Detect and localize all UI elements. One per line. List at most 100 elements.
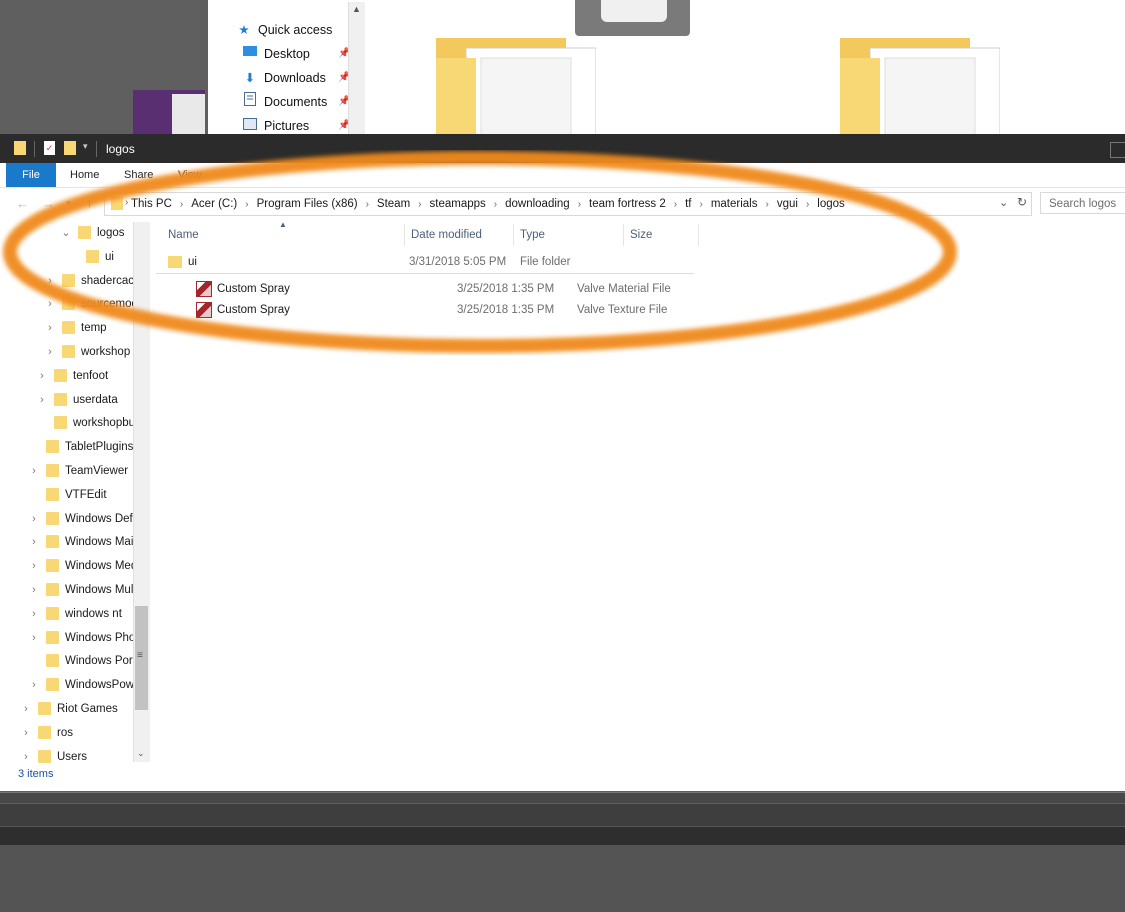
nav-item[interactable]: › WindowsPowerShell	[28, 674, 133, 696]
customize-quick-access-icon[interactable]: ▾	[83, 141, 88, 152]
chevron-down-icon[interactable]: ⌄	[60, 222, 72, 244]
breadcrumb-item[interactable]: Program Files (x86)	[257, 193, 358, 215]
chevron-right-icon[interactable]: ›	[20, 698, 32, 720]
forward-arrow-icon[interactable]: →	[42, 196, 55, 211]
nav-item[interactable]: › Windows Photo Viewer	[28, 627, 133, 649]
chevron-right-icon[interactable]: ›	[44, 317, 56, 339]
chevron-right-icon[interactable]: ›	[20, 746, 32, 768]
nav-item[interactable]: ui	[68, 246, 133, 268]
nav-item[interactable]: TabletPlugins	[28, 436, 133, 458]
breadcrumb-separator-icon[interactable]: ›	[699, 194, 702, 216]
breadcrumb-item[interactable]: tf	[685, 193, 691, 215]
quick-access-item[interactable]: ★ Quick access	[236, 19, 332, 41]
chevron-right-icon[interactable]: ›	[28, 555, 40, 577]
refresh-icon[interactable]: ↻	[1017, 195, 1027, 209]
folder-icon	[46, 487, 59, 501]
chevron-right-icon[interactable]: ›	[28, 603, 40, 625]
file-row-ui[interactable]: ui 3/31/2018 5:05 PM File folder	[168, 252, 708, 273]
breadcrumb-separator-icon[interactable]: ›	[418, 194, 421, 216]
nav-item[interactable]: › TeamViewer	[28, 460, 133, 482]
nav-item[interactable]: workshopbuilds	[36, 412, 133, 434]
nav-item[interactable]: VTFEdit	[28, 484, 133, 506]
nav-item[interactable]: › Windows Media Player	[28, 555, 133, 577]
chevron-right-icon[interactable]: ›	[44, 270, 56, 292]
nav-item[interactable]: › Riot Games	[20, 698, 133, 720]
new-folder-icon[interactable]	[64, 141, 76, 155]
breadcrumb-item[interactable]: downloading	[505, 193, 570, 215]
breadcrumb-item[interactable]: vgui	[777, 193, 798, 215]
quick-access-desktop[interactable]: Desktop 📌	[242, 43, 352, 65]
nav-item[interactable]: › Windows Mail	[28, 531, 133, 553]
large-folder-icon[interactable]	[436, 38, 596, 135]
chevron-down-icon[interactable]: ⌄	[999, 196, 1008, 209]
breadcrumb-item[interactable]: steamapps	[430, 193, 486, 215]
tab-home[interactable]: Home	[70, 163, 99, 187]
nav-item[interactable]: › Windows Defender	[28, 508, 133, 530]
tab-share[interactable]: Share	[124, 163, 153, 187]
column-header-type[interactable]: Type	[514, 224, 624, 246]
search-input[interactable]: Search logos	[1040, 192, 1125, 214]
nav-item-label: Windows Photo Viewer	[65, 631, 133, 644]
folder-icon	[62, 345, 75, 358]
column-header-size[interactable]: Size	[624, 224, 699, 246]
breadcrumb-separator-icon[interactable]: ›	[674, 194, 677, 216]
chevron-right-icon[interactable]: ›	[28, 508, 40, 530]
nav-item[interactable]: › sourcemods	[44, 293, 133, 315]
breadcrumb-separator-icon[interactable]: ›	[765, 194, 768, 216]
nav-item[interactable]: › shadercache	[44, 270, 133, 292]
nav-item[interactable]: › ros	[20, 722, 133, 744]
chevron-right-icon[interactable]: ›	[44, 293, 56, 315]
background-scrollbar[interactable]: ▲	[348, 2, 365, 135]
up-arrow-icon[interactable]: ↑	[86, 195, 93, 210]
breadcrumb-item[interactable]: materials	[711, 193, 758, 215]
chevron-right-icon[interactable]: ›	[28, 674, 40, 696]
breadcrumb-separator-icon[interactable]: ›	[366, 194, 369, 216]
breadcrumb-item[interactable]: logos	[817, 193, 845, 215]
chevron-right-icon[interactable]: ›	[36, 365, 48, 387]
nav-scroll-thumb[interactable]: ≡	[135, 606, 148, 710]
nav-item[interactable]: › Users	[20, 746, 133, 768]
nav-item[interactable]: › userdata	[36, 389, 133, 411]
large-folder-icon[interactable]	[840, 38, 1000, 135]
breadcrumb-item[interactable]: Steam	[377, 193, 410, 215]
nav-item-label: shadercache	[81, 274, 133, 287]
chevron-right-icon[interactable]: ›	[36, 389, 48, 411]
chevron-right-icon[interactable]: ›	[28, 460, 40, 482]
file-row-custom-spray-vmt[interactable]: Custom Spray 3/25/2018 1:35 PM Valve Mat…	[196, 279, 736, 300]
nav-item[interactable]: › temp	[44, 317, 133, 339]
nav-item[interactable]: › Windows Multimedia Platform	[28, 579, 133, 601]
nav-item[interactable]: › workshop	[44, 341, 133, 363]
breadcrumb-separator-icon[interactable]: ›	[578, 194, 581, 216]
quick-access-downloads[interactable]: ⬇ Downloads 📌	[242, 67, 352, 89]
breadcrumb-item[interactable]: team fortress 2	[589, 193, 666, 215]
quick-access-documents[interactable]: Documents 📌	[242, 91, 352, 113]
nav-item[interactable]: Windows Portable Devices	[28, 650, 133, 672]
column-header-date[interactable]: Date modified	[405, 224, 514, 246]
properties-icon[interactable]: ✓	[44, 141, 55, 155]
breadcrumb-item[interactable]: This PC	[131, 193, 172, 215]
recent-locations-icon[interactable]: ▾	[66, 198, 71, 209]
folder-icon	[38, 749, 51, 763]
chevron-right-icon[interactable]: ›	[44, 341, 56, 363]
quick-access-pictures[interactable]: Pictures 📌	[242, 115, 352, 135]
chevron-right-icon[interactable]: ›	[28, 627, 40, 649]
back-arrow-icon[interactable]: ←	[16, 196, 29, 211]
window-controls[interactable]	[1110, 142, 1125, 158]
chevron-right-icon[interactable]: ›	[28, 579, 40, 601]
nav-item[interactable]: › tenfoot	[36, 365, 133, 387]
breadcrumb-separator-icon[interactable]: ›	[494, 194, 497, 216]
tab-file[interactable]: File	[6, 163, 56, 187]
file-row-custom-spray-vtf[interactable]: Custom Spray 3/25/2018 1:35 PM Valve Tex…	[196, 300, 736, 321]
title-bar[interactable]: ✓ ▾ logos	[0, 135, 1125, 163]
breadcrumb-separator-icon[interactable]: ›	[245, 194, 248, 216]
breadcrumb-separator-icon[interactable]: ›	[180, 194, 183, 216]
address-bar[interactable]: › This PC › Acer (C:) › Program Files (x86) ›…	[104, 192, 1032, 216]
breadcrumb-item[interactable]: Acer (C:)	[191, 193, 237, 215]
breadcrumb-separator-icon[interactable]: ›	[806, 194, 809, 216]
nav-item[interactable]: ⌄ logos	[60, 222, 133, 244]
chevron-right-icon[interactable]: ›	[28, 531, 40, 553]
nav-item[interactable]: › windows nt	[28, 603, 133, 625]
nav-item-label: Riot Games	[57, 703, 118, 715]
chevron-right-icon[interactable]: ›	[20, 722, 32, 744]
tab-view[interactable]: View	[178, 163, 202, 187]
